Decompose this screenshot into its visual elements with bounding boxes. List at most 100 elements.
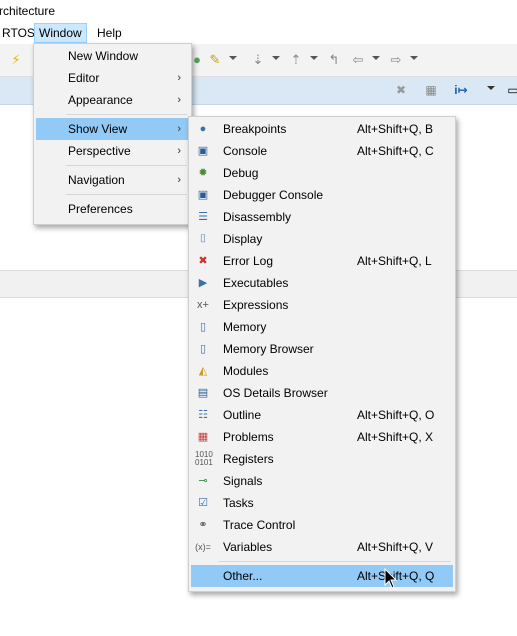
memory-browser-icon: ▯ bbox=[199, 343, 207, 355]
menu-item-navigation[interactable]: Navigation › bbox=[36, 169, 189, 191]
chevron-down-icon[interactable] bbox=[410, 56, 418, 60]
menu-item-error-log[interactable]: ✖ Error Log Alt+Shift+Q, L bbox=[191, 250, 453, 272]
menu-item-label: Executables bbox=[223, 276, 289, 290]
step-into-icon[interactable]: i↦ bbox=[453, 82, 469, 98]
menu-item-label: Navigation bbox=[68, 173, 125, 187]
menu-item-debug[interactable]: ✹ Debug bbox=[191, 162, 453, 184]
menu-item-show-view[interactable]: Show View › bbox=[36, 118, 189, 140]
menu-item-tasks[interactable]: ☑ Tasks bbox=[191, 492, 453, 514]
menu-item-label: Variables bbox=[223, 540, 273, 554]
menu-item-new-window[interactable]: New Window bbox=[36, 45, 189, 67]
menu-item-label: Error Log bbox=[223, 254, 274, 268]
mouse-cursor-icon bbox=[384, 568, 398, 589]
menu-item-console[interactable]: ▣ Console Alt+Shift+Q, C bbox=[191, 140, 453, 162]
debug-icon: ✹ bbox=[198, 167, 208, 179]
executables-icon: ▶ bbox=[198, 277, 208, 289]
wand-icon[interactable]: ✎ bbox=[207, 52, 223, 68]
menu-item-label: Console bbox=[223, 144, 268, 158]
menu-item-expressions[interactable]: x+ Expressions bbox=[191, 294, 453, 316]
remove-all-icon[interactable]: ✖ bbox=[393, 82, 409, 98]
chevron-right-icon: › bbox=[177, 174, 181, 186]
forward-icon[interactable]: ⇨ bbox=[388, 52, 404, 68]
menu-item-executables[interactable]: ▶ Executables bbox=[191, 272, 453, 294]
view-menu-icon[interactable] bbox=[487, 86, 495, 90]
debugger-console-icon: ▣ bbox=[197, 189, 209, 201]
chevron-down-icon[interactable] bbox=[272, 56, 280, 60]
menu-item-editor[interactable]: Editor › bbox=[36, 67, 189, 89]
menu-item-shortcut: Alt+Shift+Q, L bbox=[357, 254, 432, 268]
menu-help[interactable]: Help bbox=[93, 24, 126, 42]
menu-item-perspective[interactable]: Perspective › bbox=[36, 140, 189, 162]
menu-item-shortcut: Alt+Shift+Q, X bbox=[357, 430, 434, 444]
last-edit-icon[interactable]: ↰ bbox=[326, 52, 342, 68]
chevron-down-icon[interactable] bbox=[229, 56, 237, 60]
menu-item-shortcut: Alt+Shift+Q, B bbox=[357, 122, 434, 136]
signals-icon: ⊸ bbox=[198, 475, 208, 487]
menu-item-label: Perspective bbox=[68, 144, 131, 158]
modules-icon: ◭ bbox=[198, 365, 208, 377]
menu-bar: RTOS Window Help bbox=[0, 22, 517, 44]
menu-item-label: Other... bbox=[223, 569, 263, 583]
menu-item-memory[interactable]: ▯ Memory bbox=[191, 316, 453, 338]
menu-item-breakpoints[interactable]: ● Breakpoints Alt+Shift+Q, B bbox=[191, 118, 453, 140]
menu-item-problems[interactable]: ▦ Problems Alt+Shift+Q, X bbox=[191, 426, 453, 448]
menu-item-label: Display bbox=[223, 232, 263, 246]
menu-item-label: Expressions bbox=[223, 298, 289, 312]
console-icon: ▣ bbox=[197, 145, 209, 157]
chevron-right-icon: › bbox=[177, 72, 181, 84]
chevron-right-icon: › bbox=[177, 94, 181, 106]
prev-annotation-icon[interactable]: ⇡ bbox=[288, 52, 304, 68]
os-details-icon: ▤ bbox=[197, 387, 209, 399]
menu-item-registers[interactable]: 1010 0101 Registers bbox=[191, 448, 453, 470]
menu-item-label: Registers bbox=[223, 452, 274, 466]
menu-item-label: Trace Control bbox=[223, 518, 296, 532]
menu-item-label: OS Details Browser bbox=[223, 386, 328, 400]
problems-icon: ▦ bbox=[197, 431, 209, 443]
lightning-icon[interactable]: ⚡ bbox=[8, 52, 24, 68]
menu-item-trace-control[interactable]: ⚭ Trace Control bbox=[191, 514, 453, 536]
menu-item-signals[interactable]: ⊸ Signals bbox=[191, 470, 453, 492]
menu-item-display[interactable]: ⌷ Display bbox=[191, 228, 453, 250]
menu-item-disassembly[interactable]: ☰ Disassembly bbox=[191, 206, 453, 228]
chevron-down-icon[interactable] bbox=[372, 56, 380, 60]
menu-item-label: New Window bbox=[68, 49, 139, 63]
menu-item-label: Modules bbox=[223, 364, 269, 378]
minimize-icon[interactable]: ▭ bbox=[505, 82, 517, 98]
menu-item-appearance[interactable]: Appearance › bbox=[36, 89, 189, 111]
menu-item-preferences[interactable]: Preferences bbox=[36, 198, 189, 220]
menu-item-debugger-console[interactable]: ▣ Debugger Console bbox=[191, 184, 453, 206]
menu-item-shortcut: Alt+Shift+Q, O bbox=[357, 408, 435, 422]
menu-separator bbox=[66, 165, 187, 166]
menu-item-label: Debugger Console bbox=[223, 188, 324, 202]
menu-item-label: Editor bbox=[68, 71, 100, 85]
menu-separator bbox=[66, 194, 187, 195]
menu-item-label: Show View bbox=[68, 122, 128, 136]
back-icon[interactable]: ⇦ bbox=[350, 52, 366, 68]
chevron-right-icon: › bbox=[177, 145, 181, 157]
chevron-right-icon: › bbox=[177, 123, 181, 135]
window-title-fragment: rchitecture bbox=[0, 4, 56, 18]
menu-item-label: Breakpoints bbox=[223, 122, 287, 136]
menu-window[interactable]: Window bbox=[34, 23, 87, 43]
menu-item-variables[interactable]: (x)= Variables Alt+Shift+Q, V bbox=[191, 536, 453, 558]
window-menu: New Window Editor › Appearance › Show Vi… bbox=[33, 43, 192, 225]
variables-icon: (x)= bbox=[195, 542, 211, 552]
breakpoints-icon: ● bbox=[199, 123, 207, 135]
menu-item-label: Preferences bbox=[68, 202, 133, 216]
menu-item-label: Appearance bbox=[68, 93, 133, 107]
menu-item-memory-browser[interactable]: ▯ Memory Browser bbox=[191, 338, 453, 360]
menu-item-outline[interactable]: ☷ Outline Alt+Shift+Q, O bbox=[191, 404, 453, 426]
expressions-icon: x+ bbox=[197, 299, 209, 311]
menu-item-label: Tasks bbox=[223, 496, 254, 510]
menu-item-label: Memory Browser bbox=[223, 342, 314, 356]
menu-item-modules[interactable]: ◭ Modules bbox=[191, 360, 453, 382]
show-view-submenu: ● Breakpoints Alt+Shift+Q, B ▣ Console A… bbox=[188, 116, 456, 592]
menu-item-other[interactable]: Other... Alt+Shift+Q, Q bbox=[191, 565, 453, 587]
menu-item-shortcut: Alt+Shift+Q, C bbox=[357, 144, 434, 158]
menu-item-label: Debug bbox=[223, 166, 259, 180]
menu-item-os-details-browser[interactable]: ▤ OS Details Browser bbox=[191, 382, 453, 404]
chevron-down-icon[interactable] bbox=[310, 56, 318, 60]
grid-icon[interactable]: ▦ bbox=[423, 82, 439, 98]
display-icon: ⌷ bbox=[199, 233, 207, 245]
next-annotation-icon[interactable]: ⇣ bbox=[250, 52, 266, 68]
